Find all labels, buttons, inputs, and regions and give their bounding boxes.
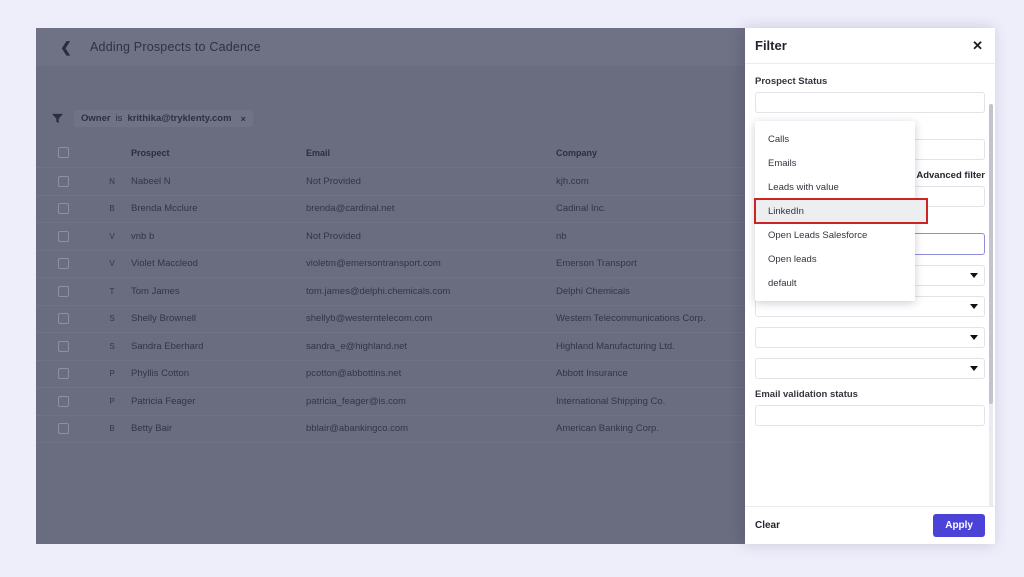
row-checkbox[interactable]: [58, 423, 69, 435]
apply-button[interactable]: Apply: [933, 514, 985, 537]
email-validation-status-input[interactable]: [755, 405, 985, 426]
cell-prospect: Brenda Mcclure: [131, 203, 198, 215]
filter-panel-footer: Clear Apply: [745, 506, 995, 544]
cell-prospect: Patricia Feager: [131, 395, 196, 407]
field-select-4: [755, 358, 985, 379]
dropdown-option[interactable]: Emails: [755, 151, 915, 175]
chevron-down-icon: [970, 304, 978, 309]
label-email-validation-status: Email validation status: [755, 389, 858, 400]
avatar: P: [109, 396, 115, 406]
row-checkbox[interactable]: [58, 230, 69, 242]
active-filters-bar: Owner is krithika@tryklenty.com ×: [52, 110, 253, 127]
funnel-icon: [52, 113, 63, 124]
cell-prospect: Betty Bair: [131, 423, 173, 435]
select-all-checkbox[interactable]: [58, 147, 69, 158]
cell-email: pcotton@abbottins.net: [306, 368, 402, 380]
chevron-down-icon: [970, 273, 978, 278]
field-email-validation-status: Email validation status: [755, 389, 985, 426]
filter-chip-operator: is: [115, 113, 123, 124]
close-icon[interactable]: ✕: [972, 39, 983, 52]
cell-email: bblair@abankingco.com: [306, 423, 409, 435]
dropdown-option[interactable]: Open leads: [755, 247, 915, 271]
cell-email: brenda@cardinal.net: [306, 203, 395, 215]
label-prospect-status: Prospect Status: [755, 76, 828, 87]
panel-scrollbar-thumb[interactable]: [989, 104, 993, 404]
cell-email: tom.james@delphi.chemicals.com: [306, 285, 451, 297]
filter-panel-title: Filter: [755, 38, 787, 53]
prospect-status-input[interactable]: [755, 92, 985, 113]
row-checkbox[interactable]: [58, 285, 69, 297]
avatar: N: [109, 176, 115, 186]
cell-prospect: Tom James: [131, 285, 180, 297]
filter-chip-value: krithika@tryklenty.com: [127, 113, 232, 124]
screen-root: ❮ Adding Prospects to Cadence Owner is k…: [0, 0, 1024, 577]
dropdown-option[interactable]: Leads with value: [755, 175, 915, 199]
cell-email: Not Provided: [306, 230, 361, 242]
select-input-3[interactable]: [755, 327, 985, 348]
chevron-down-icon: [970, 366, 978, 371]
dropdown-option[interactable]: LinkedIn: [754, 198, 928, 224]
advanced-filter-link[interactable]: Advanced filter: [916, 170, 985, 181]
row-checkbox[interactable]: [58, 203, 69, 215]
cell-prospect: vnb b: [131, 230, 155, 242]
filter-panel-header: Filter ✕: [745, 28, 995, 64]
dropdown-option[interactable]: default: [755, 271, 915, 295]
row-checkbox[interactable]: [58, 175, 69, 187]
row-checkbox[interactable]: [58, 258, 69, 270]
avatar: V: [109, 259, 115, 269]
column-header-prospect[interactable]: Prospect: [131, 148, 306, 158]
filter-chip-remove-icon[interactable]: ×: [241, 114, 246, 124]
panel-scrollbar[interactable]: [989, 104, 993, 506]
filter-chip-owner[interactable]: Owner is krithika@tryklenty.com ×: [74, 110, 253, 127]
chevron-left-icon[interactable]: ❮: [58, 39, 74, 55]
prospect-list-dropdown: Calls Emails Leads with value LinkedIn Open …: [754, 121, 928, 301]
cell-prospect: Sandra Eberhard: [131, 340, 204, 352]
avatar: V: [109, 231, 115, 241]
cell-prospect: Shelly Brownell: [131, 313, 196, 325]
avatar: B: [109, 204, 115, 214]
field-prospect-status: Prospect Status: [755, 76, 985, 113]
page-title: Adding Prospects to Cadence: [90, 40, 261, 54]
row-checkbox[interactable]: [58, 340, 69, 352]
filter-panel-body: Prospect Status Owner krithika@tryklenty…: [745, 64, 995, 506]
field-select-3: [755, 327, 985, 348]
dropdown-option[interactable]: Calls: [755, 127, 915, 151]
cell-prospect: Nabeel N: [131, 175, 171, 187]
cell-prospect: Violet Maccleod: [131, 258, 198, 270]
cell-email: sandra_e@highland.net: [306, 340, 408, 352]
cell-email: shellyb@westerntelecom.com: [306, 313, 433, 325]
avatar: S: [109, 314, 115, 324]
avatar: S: [109, 341, 115, 351]
row-checkbox[interactable]: [58, 395, 69, 407]
avatar: P: [109, 369, 115, 379]
dropdown-option[interactable]: Open Leads Salesforce: [755, 223, 915, 247]
cell-prospect: Phyllis Cotton: [131, 368, 190, 380]
chevron-down-icon: [970, 335, 978, 340]
cell-email: Not Provided: [306, 175, 361, 187]
column-header-email[interactable]: Email: [306, 148, 556, 158]
cell-email: violetm@emersontransport.com: [306, 258, 441, 270]
cell-email: patricia_feager@is.com: [306, 395, 406, 407]
row-checkbox[interactable]: [58, 368, 69, 380]
avatar: B: [109, 424, 115, 434]
filter-chip-field: Owner: [81, 113, 111, 124]
row-checkbox[interactable]: [58, 313, 69, 325]
avatar: T: [109, 286, 115, 296]
select-input-4[interactable]: [755, 358, 985, 379]
clear-button[interactable]: Clear: [755, 520, 780, 531]
filter-panel: Filter ✕ Prospect Status Owner: [745, 28, 995, 544]
